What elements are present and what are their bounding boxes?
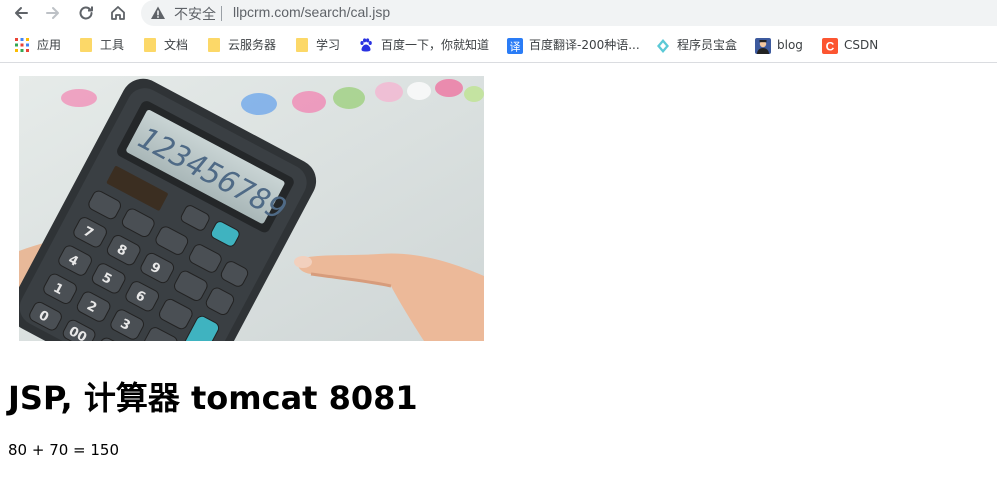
bookmark-folder-cloud-server[interactable]: 云服务器 (208, 32, 276, 57)
bookmark-label: blog (777, 37, 803, 52)
bookmark-baidu[interactable]: 百度一下，你就知道 (359, 32, 489, 57)
security-status[interactable]: 不安全 (174, 4, 216, 24)
home-icon (111, 6, 125, 20)
bookmark-baidu-translate[interactable]: 译 百度翻译-200种语... (507, 32, 640, 57)
toolbox-icon (655, 38, 669, 53)
svg-text:译: 译 (510, 40, 521, 53)
bookmarks-bar: 应用 工具 文档 云服务器 学习 百度一下，你就知道 译 百度翻译-200种语.… (0, 32, 997, 57)
bookmark-label: 应用 (37, 38, 62, 52)
bookmark-label: CSDN (844, 37, 879, 52)
svg-text:C: C (826, 39, 835, 53)
bookmark-label: 云服务器 (228, 38, 277, 52)
apps-grid-icon (15, 37, 29, 52)
forward-button[interactable] (41, 1, 65, 25)
bookmark-label: 工具 (100, 38, 125, 52)
reload-button[interactable] (74, 1, 98, 25)
browser-toolbar: 不安全 llpcrm.com/search/cal.jsp (0, 0, 997, 26)
folder-icon (296, 37, 308, 52)
toolbar-divider (0, 62, 997, 63)
bookmark-toolbox[interactable]: 程序员宝盒 (655, 32, 737, 57)
calculation-result: 80 + 70 = 150 (8, 441, 120, 459)
address-separator (221, 6, 222, 21)
bookmark-label: 百度一下，你就知道 (381, 38, 490, 52)
bookmark-apps[interactable]: 应用 (15, 32, 61, 57)
bookmark-folder-tools[interactable]: 工具 (80, 32, 124, 57)
bookmark-label: 程序员宝盒 (677, 38, 738, 52)
calculator-photo: 123456789 789 456 123 000. (19, 76, 484, 341)
reload-icon (79, 6, 93, 20)
bookmark-label: 学习 (316, 38, 341, 52)
folder-icon (144, 37, 156, 52)
bookmark-label: 百度翻译-200种语... (529, 38, 640, 52)
bookmark-label: 文档 (164, 38, 189, 52)
folder-icon (208, 37, 220, 52)
home-button[interactable] (106, 1, 130, 25)
baidu-paw-icon (359, 37, 373, 52)
csdn-icon: C (822, 37, 838, 54)
baidu-translate-icon: 译 (507, 37, 523, 54)
bookmark-folder-docs[interactable]: 文档 (144, 32, 188, 57)
bookmark-folder-study[interactable]: 学习 (296, 32, 340, 57)
page-title: JSP, 计算器 tomcat 8081 (8, 379, 418, 417)
blog-avatar-icon (755, 37, 771, 54)
url-text[interactable]: llpcrm.com/search/cal.jsp (233, 4, 390, 20)
arrow-left-icon (15, 7, 28, 19)
bookmark-blog[interactable]: blog (755, 32, 803, 57)
bookmark-csdn[interactable]: C CSDN (822, 32, 878, 57)
back-button[interactable] (9, 1, 33, 25)
warning-icon[interactable] (150, 5, 166, 21)
arrow-right-icon (46, 7, 59, 19)
folder-icon (80, 37, 92, 52)
address-bar[interactable]: 不安全 llpcrm.com/search/cal.jsp (141, 0, 997, 26)
